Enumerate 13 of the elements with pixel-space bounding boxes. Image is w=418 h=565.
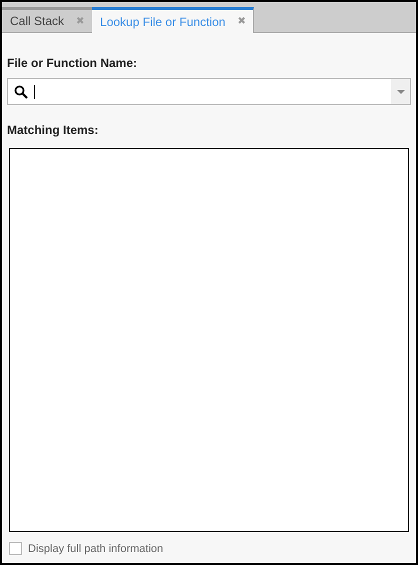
caret-icon	[396, 90, 404, 94]
checkbox[interactable]	[9, 542, 22, 556]
search-field[interactable]	[7, 78, 411, 105]
checkbox-label: Display full path information	[28, 542, 164, 556]
close-button[interactable]: ✖	[76, 14, 84, 28]
field-label: File or Function Name:	[7, 55, 138, 72]
close-button[interactable]: ✖	[237, 14, 246, 29]
list-label: Matching Items:	[7, 122, 100, 139]
search-icon	[14, 84, 28, 98]
results-list[interactable]	[9, 148, 409, 532]
text-cursor	[34, 84, 35, 98]
tab[interactable]: Lookup File or Function ✖	[92, 7, 254, 33]
dropdown-button[interactable]	[391, 79, 410, 104]
